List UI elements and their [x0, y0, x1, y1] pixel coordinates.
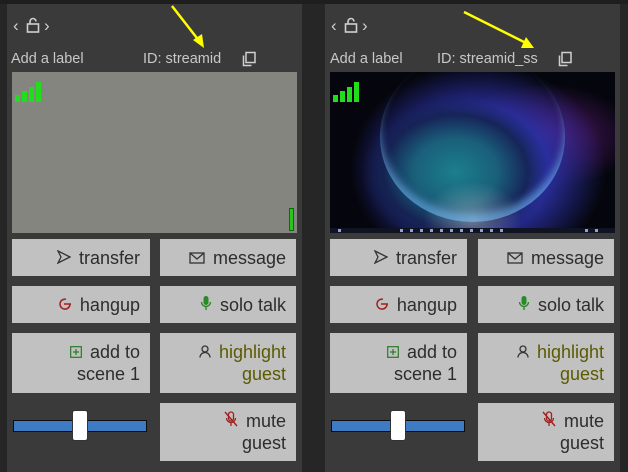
- mute-guest-button[interactable]: mute guest: [160, 403, 296, 461]
- highlight-line1: highlight: [536, 342, 604, 362]
- muted-microphone-icon: [542, 410, 556, 432]
- wallpaper-arc: [380, 72, 565, 222]
- add-to-scene-line1: add to: [406, 342, 457, 362]
- annotation-arrow-icon: [463, 10, 534, 48]
- label-row: Add a label ID: streamid: [11, 51, 296, 69]
- highlight-line1: highlight: [218, 342, 286, 362]
- message-button[interactable]: message: [478, 239, 614, 276]
- add-label-field[interactable]: Add a label: [330, 51, 403, 67]
- hangup-label: hangup: [396, 294, 457, 315]
- solo-talk-label: solo talk: [537, 294, 604, 315]
- envelope-icon: [507, 247, 523, 269]
- chevron-right-icon[interactable]: ›: [44, 16, 50, 36]
- hangup-button[interactable]: hangup: [12, 286, 150, 323]
- screen-share-preview[interactable]: [330, 72, 615, 233]
- volume-slider[interactable]: [331, 410, 465, 442]
- mute-line2: guest: [241, 433, 286, 453]
- volume-slider-thumb[interactable]: [72, 410, 88, 441]
- highlight-guest-button[interactable]: highlight guest: [478, 333, 614, 393]
- add-to-scene-line2: scene 1: [76, 364, 140, 384]
- message-label: message: [212, 247, 286, 268]
- solo-talk-button[interactable]: solo talk: [160, 286, 296, 323]
- transfer-label: transfer: [78, 247, 140, 268]
- copy-icon[interactable]: [241, 51, 257, 67]
- chevron-left-icon[interactable]: ‹: [13, 16, 19, 36]
- copy-icon[interactable]: [557, 51, 573, 67]
- envelope-icon: [189, 247, 205, 269]
- video-preview[interactable]: [12, 72, 297, 233]
- add-to-scene-button[interactable]: add to scene 1: [330, 333, 467, 393]
- microphone-icon: [518, 294, 530, 316]
- volume-slider-thumb[interactable]: [390, 410, 406, 441]
- solo-talk-label: solo talk: [219, 294, 286, 315]
- highlight-line2: guest: [559, 364, 604, 384]
- mute-line1: mute: [245, 411, 286, 431]
- highlight-line2: guest: [241, 364, 286, 384]
- signal-bars-icon: [15, 82, 41, 102]
- plus-box-icon: [387, 341, 399, 363]
- add-label-field[interactable]: Add a label: [11, 51, 84, 67]
- message-button[interactable]: message: [160, 239, 296, 276]
- chevron-left-icon[interactable]: ‹: [331, 16, 337, 36]
- transfer-button[interactable]: transfer: [330, 239, 467, 276]
- guest-panel-streamid: ‹ › Add a label ID: streamid transfer me…: [7, 4, 302, 472]
- solo-talk-button[interactable]: solo talk: [478, 286, 614, 323]
- add-to-scene-button[interactable]: add to scene 1: [12, 333, 150, 393]
- microphone-icon: [200, 294, 212, 316]
- plus-box-icon: [70, 341, 82, 363]
- chevron-right-icon[interactable]: ›: [362, 16, 368, 36]
- annotation-arrow-icon: [171, 5, 204, 48]
- stream-id-label: ID: streamid: [143, 51, 222, 67]
- hangup-label: hangup: [79, 294, 140, 315]
- stream-id-label: ID: streamid_ss: [437, 51, 538, 67]
- mute-guest-button[interactable]: mute guest: [478, 403, 614, 461]
- guest-panel-streamid-ss: ‹ › Add a label ID: streamid_ss transfer…: [325, 4, 620, 472]
- send-icon: [56, 247, 72, 269]
- add-to-scene-line1: add to: [89, 342, 140, 362]
- audio-level-meter: [289, 208, 294, 231]
- hangup-icon: [375, 294, 389, 316]
- volume-slider[interactable]: [13, 410, 147, 442]
- transfer-button[interactable]: transfer: [12, 239, 150, 276]
- label-row: Add a label ID: streamid_ss: [330, 51, 615, 69]
- transfer-label: transfer: [395, 247, 457, 268]
- preview-taskbar: [330, 228, 615, 233]
- mute-line1: mute: [563, 411, 604, 431]
- hangup-icon: [58, 294, 72, 316]
- muted-microphone-icon: [224, 410, 238, 432]
- lock-icon[interactable]: [26, 17, 40, 38]
- highlight-guest-button[interactable]: highlight guest: [160, 333, 296, 393]
- hangup-button[interactable]: hangup: [330, 286, 467, 323]
- add-to-scene-line2: scene 1: [393, 364, 457, 384]
- person-icon: [199, 341, 211, 363]
- person-icon: [517, 341, 529, 363]
- mute-line2: guest: [559, 433, 604, 453]
- send-icon: [373, 247, 389, 269]
- lock-icon[interactable]: [344, 17, 358, 38]
- signal-bars-icon: [333, 82, 359, 102]
- message-label: message: [530, 247, 604, 268]
